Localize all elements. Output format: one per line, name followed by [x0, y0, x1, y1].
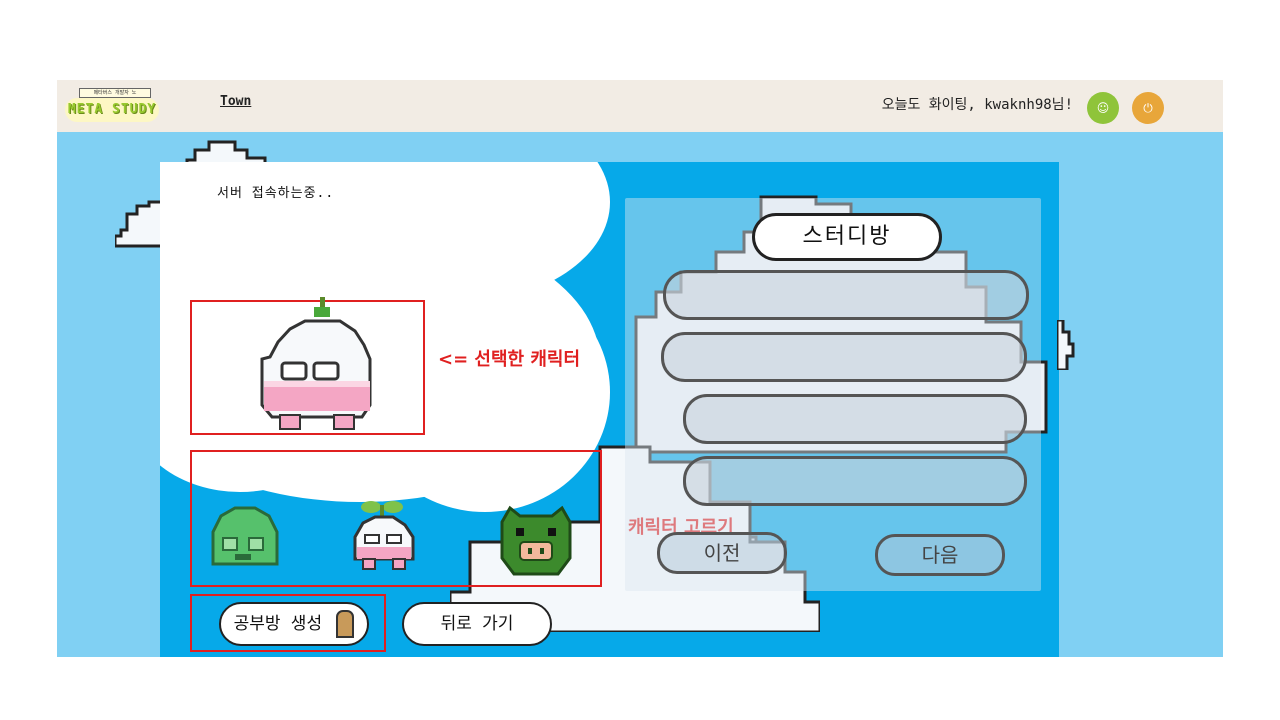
logout-button[interactable]: ⏻: [1132, 92, 1164, 124]
selected-character: [260, 297, 372, 430]
study-room-slot[interactable]: [683, 456, 1027, 506]
create-button-label: 공부방 생성: [233, 614, 323, 634]
app-frame: 메타버스 개발자 노 META STUDY Town 오늘도 화이팅, kwak…: [57, 80, 1223, 657]
power-icon: ⏻: [1143, 101, 1153, 115]
back-button[interactable]: 뒤로 가기: [402, 602, 552, 646]
greeting-text: 오늘도 화이팅, kwaknh98님!: [881, 97, 1073, 113]
top-header: 메타버스 개발자 노 META STUDY Town 오늘도 화이팅, kwak…: [57, 80, 1223, 132]
study-room-slot[interactable]: [663, 270, 1029, 320]
study-room-slot[interactable]: [661, 332, 1027, 382]
nav-link-town[interactable]: Town: [220, 94, 251, 109]
prev-page-button[interactable]: 이전: [657, 532, 787, 574]
user-profile-button[interactable]: ☺: [1087, 92, 1119, 124]
lobby-main-panel: 서버 접속하는중.. <= 선택한 캐릭터 캐릭터 고르기 공부방 생성 뒤로 …: [160, 162, 1059, 657]
white-sprout-character[interactable]: [343, 497, 423, 575]
logo-subtitle: 메타버스 개발자 노: [79, 88, 151, 98]
study-room-list-panel: 스터디방 이전 다음: [625, 198, 1041, 591]
green-pig-character[interactable]: [496, 502, 576, 582]
connection-status: 서버 접속하는중..: [217, 186, 335, 201]
door-icon: [336, 610, 355, 638]
logo-title: META STUDY: [65, 98, 159, 122]
sky-cloud-right: [1057, 320, 1075, 370]
study-room-title: 스터디방: [752, 213, 942, 261]
selected-character-label: <= 선택한 캐릭터: [438, 349, 581, 370]
create-study-room-button[interactable]: 공부방 생성: [219, 602, 369, 646]
meta-study-logo[interactable]: 메타버스 개발자 노 META STUDY: [65, 88, 159, 122]
green-slime-character[interactable]: [205, 504, 285, 572]
next-page-button[interactable]: 다음: [875, 534, 1005, 576]
study-room-slot[interactable]: [683, 394, 1027, 444]
user-icon: ☺: [1096, 101, 1110, 115]
